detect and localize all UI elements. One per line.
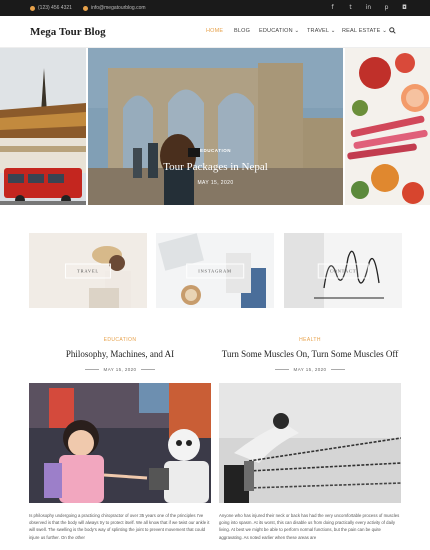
divider	[141, 369, 156, 370]
chevron-down-icon: ⌄	[330, 28, 336, 34]
post-title[interactable]: Philosophy, Machines, and AI	[29, 349, 211, 359]
twitter-icon[interactable]: t	[347, 4, 354, 11]
email-contact[interactable]: info@megatourblog.com	[83, 5, 146, 11]
divider	[84, 369, 99, 370]
post-excerpt: Is philosophy undergoing a practicing ch…	[29, 513, 210, 540]
nav-blog[interactable]: BLOG	[234, 28, 250, 34]
phone-contact[interactable]: (123) 456 4321	[30, 5, 72, 11]
post-header-2: HEALTH Turn Some Muscles On, Turn Some M…	[219, 337, 401, 372]
phone-icon	[30, 5, 35, 11]
phone-number: (123) 456 4321	[38, 5, 72, 11]
nav-real-estate[interactable]: REAL ESTATE ⌄	[342, 28, 387, 34]
email-icon	[83, 5, 88, 11]
post-image-swing[interactable]	[219, 383, 401, 503]
slide-left-image[interactable]	[0, 48, 86, 205]
post-date: MAY 15, 2020	[293, 367, 327, 372]
promo-travel-label: TRAVEL	[65, 263, 111, 278]
nav-education-label: EDUCATION	[259, 28, 293, 34]
social-links: f t in p ◘	[329, 4, 408, 11]
divider	[274, 369, 289, 370]
top-bar: (123) 456 4321 info@megatourblog.com f t…	[0, 0, 430, 16]
promo-instagram-label: INSTAGRAM	[186, 263, 244, 278]
slide-title[interactable]: Tour Packages in Nepal	[88, 161, 343, 173]
slide-right-image[interactable]	[345, 48, 430, 205]
post-category[interactable]: EDUCATION	[29, 337, 211, 343]
chevron-down-icon: ⌄	[294, 28, 300, 34]
slide-main-image[interactable]: EDUCATION Tour Packages in Nepal MAY 15,…	[88, 48, 343, 205]
instagram-icon[interactable]: ◘	[401, 4, 408, 11]
hero-slider[interactable]: EDUCATION Tour Packages in Nepal MAY 15,…	[0, 48, 430, 205]
slide-category[interactable]: EDUCATION	[88, 148, 343, 153]
post-date-row: MAY 15, 2020	[29, 367, 211, 372]
nav-home[interactable]: HOME	[206, 28, 223, 34]
nav-real-estate-label: REAL ESTATE	[342, 28, 381, 34]
slide-date: MAY 15, 2020	[197, 180, 234, 186]
promo-instagram[interactable]: INSTAGRAM	[156, 233, 274, 308]
post-date: MAY 15, 2020	[103, 367, 137, 372]
facebook-icon[interactable]: f	[329, 4, 336, 11]
promo-contact[interactable]: CONTACT	[284, 233, 402, 308]
chevron-down-icon: ⌄	[382, 28, 388, 34]
linkedin-icon[interactable]: in	[365, 4, 372, 11]
post-category[interactable]: HEALTH	[219, 337, 401, 343]
nav-travel[interactable]: TRAVEL ⌄	[307, 28, 336, 34]
divider	[331, 369, 346, 370]
search-icon[interactable]	[389, 27, 396, 34]
post-date-row: MAY 15, 2020	[219, 367, 401, 372]
post-excerpt: Anyone who has injured their neck or bac…	[219, 513, 400, 540]
post-header-1: EDUCATION Philosophy, Machines, and AI M…	[29, 337, 211, 372]
post-title[interactable]: Turn Some Muscles On, Turn Some Muscles …	[219, 349, 401, 359]
promo-travel[interactable]: TRAVEL	[29, 233, 147, 308]
main-nav: HOME BLOG EDUCATION ⌄ TRAVEL ⌄ REAL ESTA…	[0, 27, 430, 36]
nav-travel-label: TRAVEL	[307, 28, 329, 34]
pinterest-icon[interactable]: p	[383, 4, 390, 11]
nav-education[interactable]: EDUCATION ⌄	[259, 28, 299, 34]
site-header: Mega Tour Blog HOME BLOG EDUCATION ⌄ TRA…	[0, 16, 430, 48]
email-address: info@megatourblog.com	[91, 5, 146, 11]
promo-contact-label: CONTACT	[317, 263, 369, 278]
post-image-robot[interactable]	[29, 383, 211, 503]
